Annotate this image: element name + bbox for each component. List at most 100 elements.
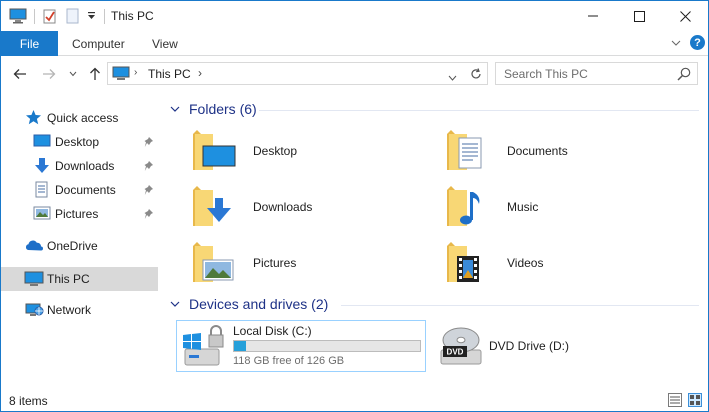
folder-label: Pictures bbox=[253, 256, 297, 270]
tab-file[interactable]: File bbox=[1, 31, 58, 56]
sidebar-item-label: OneDrive bbox=[47, 239, 98, 253]
search-icon[interactable] bbox=[676, 66, 692, 82]
downloads-folder-icon bbox=[193, 186, 231, 226]
dvd-badge: DVD bbox=[447, 348, 464, 357]
search-box[interactable] bbox=[495, 62, 698, 85]
videos-folder-icon bbox=[447, 242, 479, 282]
pictures-folder-icon bbox=[193, 242, 234, 282]
large-icons-view-icon[interactable] bbox=[688, 393, 702, 407]
network-icon bbox=[24, 301, 44, 319]
star-icon bbox=[25, 109, 43, 127]
sidebar-item-onedrive[interactable]: OneDrive bbox=[1, 234, 158, 258]
music-folder-icon bbox=[447, 186, 480, 226]
picture-icon bbox=[33, 205, 51, 223]
computer-icon[interactable] bbox=[8, 7, 28, 25]
breadcrumb-separator-icon[interactable]: › bbox=[134, 67, 137, 78]
details-view-icon[interactable] bbox=[668, 393, 682, 407]
drive-usage-bar bbox=[233, 340, 421, 352]
folder-label: Videos bbox=[507, 256, 544, 270]
drive-tile-dvd-d[interactable]: DVD DVD Drive (D:) bbox=[433, 320, 683, 372]
computer-icon bbox=[24, 270, 44, 288]
documents-folder-icon bbox=[447, 130, 482, 170]
sidebar-item-network[interactable]: Network bbox=[1, 298, 158, 322]
title-separator bbox=[104, 9, 105, 24]
help-icon[interactable]: ? bbox=[690, 35, 705, 50]
group-divider bbox=[259, 110, 699, 111]
sidebar-item-quick-access[interactable]: Quick access bbox=[1, 106, 158, 130]
pin-icon[interactable] bbox=[144, 136, 155, 148]
expand-ribbon-icon[interactable] bbox=[669, 36, 683, 50]
refresh-button[interactable] bbox=[464, 62, 488, 85]
cloud-icon bbox=[24, 237, 43, 255]
content-pane: Folders (6) Desktop Documents Downloads … bbox=[161, 91, 708, 389]
title-bar: This PC bbox=[1, 1, 708, 31]
qa-separator bbox=[34, 9, 35, 24]
folder-label: Music bbox=[507, 200, 539, 214]
sidebar-item-downloads[interactable]: Downloads bbox=[1, 154, 158, 178]
drive-label: DVD Drive (D:) bbox=[489, 339, 569, 353]
desktop-folder-icon bbox=[193, 130, 236, 170]
folder-tile-desktop[interactable]: Desktop bbox=[181, 124, 431, 178]
sidebar-item-label: Downloads bbox=[55, 159, 115, 173]
folder-tile-videos[interactable]: Videos bbox=[435, 236, 685, 290]
up-button[interactable] bbox=[86, 65, 104, 83]
back-button[interactable] bbox=[11, 65, 29, 83]
sidebar-item-this-pc[interactable]: This PC bbox=[1, 267, 158, 291]
customize-qa-dropdown-icon[interactable] bbox=[85, 7, 97, 25]
address-dropdown-icon[interactable] bbox=[448, 70, 457, 84]
search-input[interactable] bbox=[496, 63, 671, 84]
sidebar-item-label: Network bbox=[47, 303, 92, 317]
devices-group-header[interactable]: Devices and drives (2) bbox=[169, 294, 328, 314]
drive-tile-local-disk-c[interactable]: Local Disk (C:) 118 GB free of 126 GB bbox=[176, 320, 426, 372]
folders-group-header[interactable]: Folders (6) bbox=[169, 99, 257, 119]
status-bar: 8 items bbox=[1, 389, 708, 411]
folder-tile-documents[interactable]: Documents bbox=[435, 124, 685, 178]
folder-label: Desktop bbox=[253, 144, 298, 158]
this-pc-icon bbox=[112, 66, 130, 84]
address-bar[interactable]: › This PC › bbox=[107, 62, 488, 85]
close-button[interactable] bbox=[662, 1, 708, 31]
ribbon: File Computer View ? bbox=[1, 31, 708, 56]
pin-icon[interactable] bbox=[144, 184, 155, 196]
recent-locations-icon[interactable] bbox=[67, 65, 79, 83]
sidebar-item-label: Pictures bbox=[55, 207, 99, 221]
sidebar-item-label: This PC bbox=[47, 272, 90, 286]
properties-icon[interactable] bbox=[41, 7, 59, 25]
item-count: 8 items bbox=[9, 394, 48, 408]
maximize-button[interactable] bbox=[616, 1, 662, 31]
folder-tile-downloads[interactable]: Downloads bbox=[181, 180, 431, 234]
sidebar-item-documents[interactable]: Documents bbox=[1, 178, 158, 202]
sidebar-item-pictures[interactable]: Pictures bbox=[1, 202, 158, 226]
collapse-chevron-icon[interactable] bbox=[169, 298, 181, 310]
dvd-drive-icon: DVD bbox=[440, 327, 482, 365]
drive-usage-fill bbox=[234, 341, 246, 351]
breadcrumb-chevron-icon[interactable]: › bbox=[198, 66, 202, 80]
download-arrow-icon bbox=[33, 157, 51, 175]
forward-button[interactable] bbox=[40, 65, 58, 83]
desktop-icon bbox=[33, 133, 51, 151]
explorer-window: This PC File Computer View ? › This PC ›… bbox=[0, 0, 709, 412]
tab-computer[interactable]: Computer bbox=[72, 31, 125, 56]
collapse-chevron-icon[interactable] bbox=[169, 103, 181, 115]
folder-label: Downloads bbox=[253, 200, 313, 214]
pin-icon[interactable] bbox=[144, 208, 155, 220]
navigation-bar: › This PC › bbox=[1, 57, 708, 91]
folders-group-label: Folders (6) bbox=[189, 101, 257, 117]
new-folder-icon[interactable] bbox=[64, 7, 80, 25]
drive-free-space: 118 GB free of 126 GB bbox=[233, 355, 345, 367]
folder-tile-music[interactable]: Music bbox=[435, 180, 685, 234]
pin-icon[interactable] bbox=[144, 160, 155, 172]
folder-label: Documents bbox=[507, 144, 568, 158]
sidebar-item-label: Quick access bbox=[47, 111, 119, 125]
minimize-button[interactable] bbox=[570, 1, 616, 31]
sidebar-item-desktop[interactable]: Desktop bbox=[1, 130, 158, 154]
document-icon bbox=[34, 181, 52, 199]
devices-group-label: Devices and drives (2) bbox=[189, 296, 329, 312]
navigation-pane: Quick access Desktop Downloads Documents bbox=[1, 91, 161, 389]
folder-tile-pictures[interactable]: Pictures bbox=[181, 236, 431, 290]
sidebar-item-label: Documents bbox=[55, 183, 116, 197]
breadcrumb-this-pc[interactable]: This PC bbox=[148, 67, 191, 81]
group-divider bbox=[341, 305, 699, 306]
tab-view[interactable]: View bbox=[152, 31, 178, 56]
drive-label: Local Disk (C:) bbox=[233, 324, 312, 338]
